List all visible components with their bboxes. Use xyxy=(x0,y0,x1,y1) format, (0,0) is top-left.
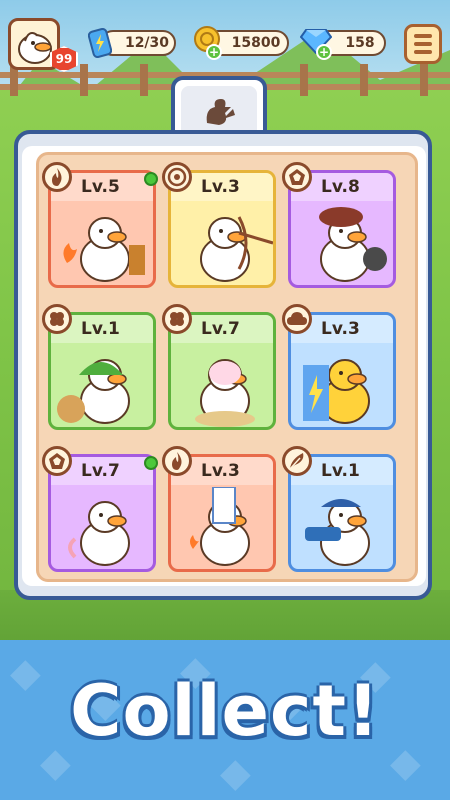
clover-icon xyxy=(42,304,72,334)
archer-duck-sprite xyxy=(177,203,273,285)
card-level-label: Lv.3 xyxy=(201,461,240,481)
battery-icon xyxy=(88,28,112,58)
feather-icon xyxy=(282,446,312,476)
melon-duck-sprite xyxy=(57,345,153,427)
menu-button[interactable] xyxy=(404,24,442,64)
card-level-label: Lv.1 xyxy=(321,461,360,481)
card-level-label: Lv.7 xyxy=(201,319,240,339)
gem-icon xyxy=(282,162,312,192)
upgrade-ready-indicator xyxy=(144,456,158,470)
fire-icon xyxy=(42,162,72,192)
add-coins-button[interactable]: + xyxy=(206,44,222,60)
gem-value: 158 xyxy=(345,35,375,51)
card-level-label: Lv.7 xyxy=(81,461,120,481)
gem-icon xyxy=(42,446,72,476)
fire-duck-sprite xyxy=(57,203,153,285)
collect-title: Collect! xyxy=(70,670,380,752)
egg-duck-sprite xyxy=(177,345,273,427)
card-level-label: Lv.3 xyxy=(201,177,240,197)
cloud-icon xyxy=(282,304,312,334)
duck-feather-icon xyxy=(206,99,235,125)
card-level-label: Lv.8 xyxy=(321,177,360,197)
target-icon xyxy=(162,162,192,192)
energy-value: 12/30 xyxy=(124,35,170,51)
card-level-label: Lv.1 xyxy=(81,319,120,339)
card-level-label: Lv.5 xyxy=(81,177,120,197)
hamburger-menu-icon xyxy=(414,34,432,38)
candle-duck-sprite xyxy=(177,486,273,569)
upgrade-ready-indicator xyxy=(144,172,158,186)
clover-icon xyxy=(162,304,192,334)
cannon-duck-sprite xyxy=(297,487,393,569)
card-level-label: Lv.3 xyxy=(321,319,360,339)
fire-icon xyxy=(162,446,192,476)
add-gems-button[interactable]: + xyxy=(316,44,332,60)
lightning-chick-sprite xyxy=(297,345,393,427)
coin-value: 15800 xyxy=(231,35,281,51)
chef-duck-sprite xyxy=(297,203,393,285)
swan-duck-sprite xyxy=(57,487,153,569)
